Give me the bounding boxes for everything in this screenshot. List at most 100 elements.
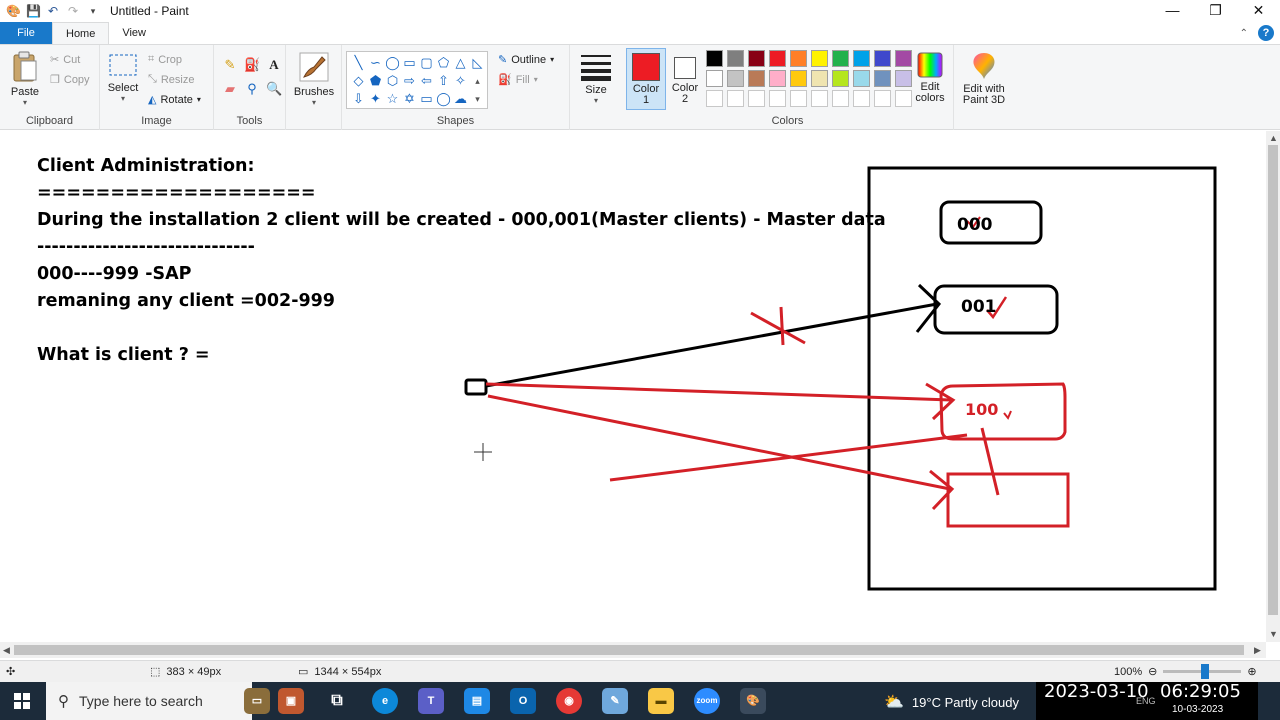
scroll-up-icon[interactable]: ▲ [1269,133,1278,143]
line-shape-icon[interactable]: ╲ [350,54,367,72]
shapes-gallery[interactable]: ╲ ∽ ◯ ▭ ▢ ⬠ △ ◺ ◇ ⬟ ⬡ ⇨ ⇦ ⇧ ✧ ▴ ⇩ ✦ ☆ ✡ … [346,51,488,109]
palette-swatch-empty[interactable] [874,90,891,107]
rotate-button[interactable]: ◭ Rotate ▾ [148,93,201,107]
star4-shape-icon[interactable]: ✧ [452,72,469,90]
paint-taskbar-icon[interactable]: 🎨 [740,688,766,714]
palette-swatch[interactable] [748,50,765,67]
palette-swatch-empty[interactable] [832,90,849,107]
collapse-ribbon-icon[interactable]: ⌃ [1240,28,1248,39]
resize-button[interactable]: ⤡ Resize [148,73,194,86]
palette-swatch[interactable] [790,70,807,87]
rounded-rectangle-shape-icon[interactable]: ▢ [418,54,435,72]
explorer-folder-icon[interactable]: ▭ [244,688,270,714]
star6-shape-icon[interactable]: ✡ [401,90,418,108]
fill-button[interactable]: ⛽ Fill ▾ [498,73,538,87]
help-icon[interactable]: ? [1258,25,1274,41]
palette-swatch[interactable] [874,50,891,67]
weather-widget[interactable]: ⛅ 19°C Partly cloudy [884,692,1019,712]
chrome-icon[interactable]: ◉ [556,688,582,714]
palette-swatch[interactable] [853,70,870,87]
star4b-shape-icon[interactable]: ✦ [367,90,384,108]
crop-button[interactable]: ⌗ Crop [148,53,182,66]
right-triangle-shape-icon[interactable]: ◺ [469,54,486,72]
curve-shape-icon[interactable]: ∽ [367,54,384,72]
palette-swatch[interactable] [790,50,807,67]
size-dropdown-icon[interactable]: ▾ [576,96,616,105]
canvas-area[interactable]: Client Administration: =================… [0,131,1266,642]
outline-button[interactable]: ✎ Outline ▾ [498,53,554,67]
select-button[interactable]: Select ▾ [106,53,140,103]
scroll-right-icon[interactable]: ▶ [1254,645,1261,656]
palette-swatch[interactable] [748,70,765,87]
callout-oval-shape-icon[interactable]: ◯ [435,90,452,108]
notepad-icon[interactable]: ✎ [602,688,628,714]
oval-shape-icon[interactable]: ◯ [384,54,401,72]
palette-swatch[interactable] [874,70,891,87]
horizontal-scrollbar[interactable]: ◀ ▶ [0,642,1266,658]
polygon-shape-icon[interactable]: ⬠ [435,54,452,72]
palette-swatch-empty[interactable] [706,90,723,107]
palette-swatch[interactable] [706,50,723,67]
zoom-slider-thumb[interactable] [1201,664,1210,679]
zoom-slider[interactable] [1163,664,1242,679]
diamond-shape-icon[interactable]: ◇ [350,72,367,90]
palette-swatch[interactable] [832,50,849,67]
tab-file[interactable]: File [0,22,52,44]
brushes-dropdown-icon[interactable]: ▾ [292,98,336,107]
color1-button[interactable]: Color 1 [626,48,666,110]
language-indicator[interactable]: ENG [1136,696,1156,706]
magnifier-icon[interactable]: 🔍 [266,81,282,97]
palette-swatch[interactable] [727,50,744,67]
zoom-out-icon[interactable]: ⊖ [1148,665,1157,678]
palette-swatch-empty[interactable] [895,90,912,107]
palette-swatch[interactable] [895,70,912,87]
palette-swatch[interactable] [769,50,786,67]
close-button[interactable]: ✕ [1237,0,1280,22]
save-icon[interactable]: 💾 [26,4,41,18]
down-arrow-shape-icon[interactable]: ⇩ [350,90,367,108]
palette-swatch[interactable] [727,70,744,87]
eraser-icon[interactable]: ▰ [222,81,238,97]
palette-swatch-empty[interactable] [790,90,807,107]
paste-button[interactable]: Paste ▾ [8,51,42,107]
zoom-app-icon[interactable]: zoom [694,688,720,714]
file-explorer-icon[interactable]: ▬ [648,688,674,714]
task-view-icon[interactable]: ⧉ [324,688,350,714]
color-picker-icon[interactable]: ⚲ [244,81,260,97]
palette-swatch[interactable] [832,70,849,87]
up-arrow-shape-icon[interactable]: ⇧ [435,72,452,90]
right-arrow-shape-icon[interactable]: ⇨ [401,72,418,90]
tab-view[interactable]: View [109,22,159,44]
palette-swatch-empty[interactable] [748,90,765,107]
scroll-down-icon[interactable]: ▼ [1269,629,1278,639]
fill-bucket-icon[interactable]: ⛽ [244,57,260,73]
paste-dropdown-icon[interactable]: ▾ [8,98,42,107]
drawing-canvas[interactable]: Client Administration: =================… [5,137,1266,642]
brushes-button[interactable]: Brushes ▾ [292,51,336,107]
expand-shapes-icon[interactable]: ▾ [469,90,486,108]
palette-swatch-empty[interactable] [727,90,744,107]
callout-cloud-shape-icon[interactable]: ☁ [452,90,469,108]
horizontal-scroll-thumb[interactable] [14,645,1244,655]
undo-icon[interactable]: ↶ [46,4,60,18]
customize-chevron-icon[interactable]: ▾ [86,4,100,18]
star5-shape-icon[interactable]: ☆ [384,90,401,108]
zoom-in-icon[interactable]: ⊕ [1247,665,1256,678]
callout-rect-shape-icon[interactable]: ▭ [418,90,435,108]
cut-button[interactable]: ✂ Cut [50,53,80,67]
briefcase-app-icon[interactable]: ▣ [278,688,304,714]
select-dropdown-icon[interactable]: ▾ [106,94,140,103]
outlook-icon[interactable]: O [510,688,536,714]
windows-start-icon[interactable] [14,693,30,709]
rotate-dropdown-icon[interactable]: ▾ [197,95,201,104]
minimize-button[interactable]: — [1151,0,1194,22]
palette-swatch[interactable] [769,70,786,87]
palette-swatch[interactable] [706,70,723,87]
scroll-shapes-icon[interactable]: ▴ [469,72,486,90]
left-arrow-shape-icon[interactable]: ⇦ [418,72,435,90]
palette-swatch-empty[interactable] [853,90,870,107]
pentagon-shape-icon[interactable]: ⬟ [367,72,384,90]
rectangle-shape-icon[interactable]: ▭ [401,54,418,72]
copy-button[interactable]: ❐ Copy [50,73,90,87]
maximize-button[interactable]: ❐ [1194,0,1237,22]
